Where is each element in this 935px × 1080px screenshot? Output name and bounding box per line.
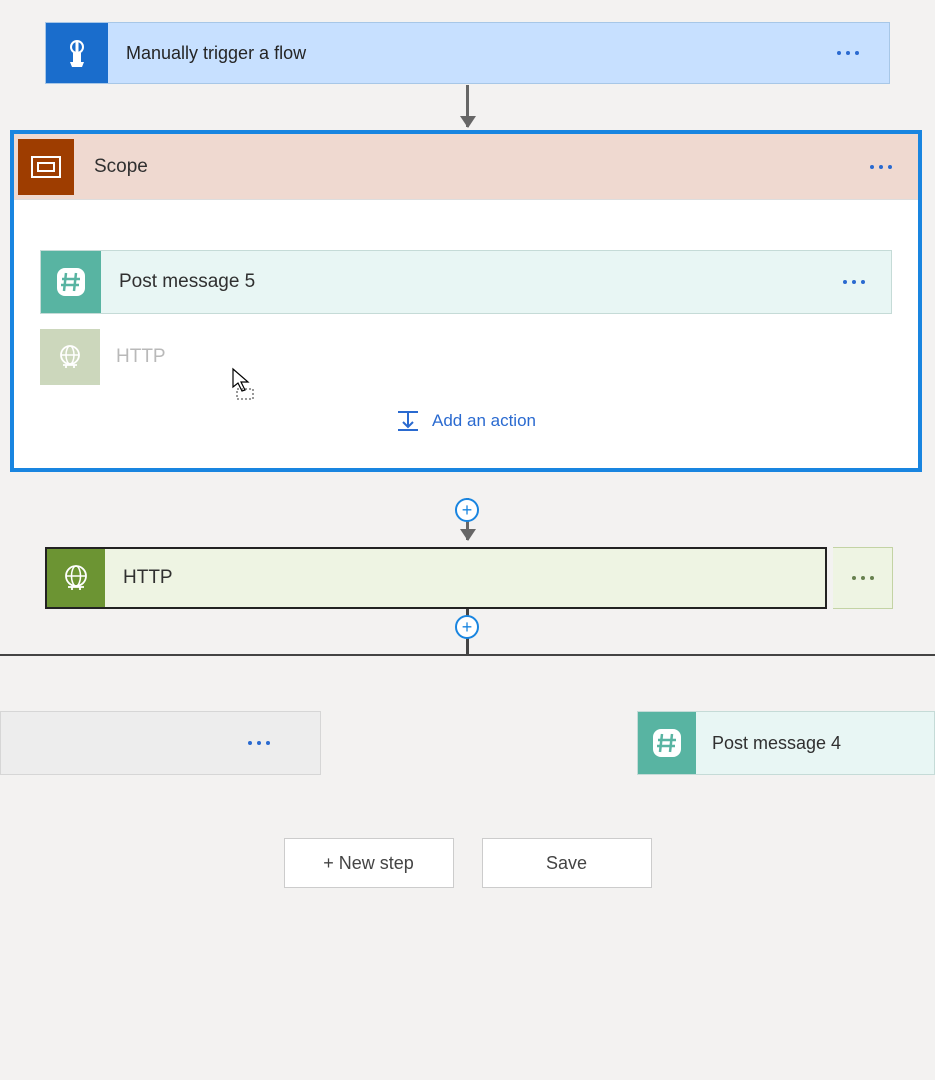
globe-icon: [40, 329, 100, 385]
scope-icon: [18, 139, 74, 195]
scope-header[interactable]: Scope: [14, 134, 918, 200]
scope-body: Post message 5 HTTP: [14, 200, 918, 468]
scope-label: Scope: [74, 156, 870, 178]
branch-right-label: Post message 4: [696, 733, 841, 754]
drag-ghost-http: HTTP: [40, 328, 820, 386]
scope-container[interactable]: Scope Post message 5: [10, 130, 922, 472]
ghost-label: HTTP: [100, 346, 166, 368]
insert-icon: [396, 410, 420, 432]
hash-icon: [41, 251, 101, 313]
add-action-label: Add an action: [432, 411, 536, 431]
http-main[interactable]: HTTP: [45, 547, 827, 609]
globe-icon: [47, 549, 105, 607]
branch-left-card[interactable]: [0, 711, 321, 775]
add-step-plus-button[interactable]: +: [455, 498, 479, 522]
http-menu-button[interactable]: [833, 547, 893, 609]
add-action-button[interactable]: Add an action: [40, 396, 892, 432]
connector-arrow: [466, 85, 469, 127]
ellipsis-icon: [870, 165, 892, 169]
action-card-post-message-5[interactable]: Post message 5: [40, 250, 892, 314]
branch-line: [0, 654, 935, 656]
add-step-plus-button[interactable]: +: [455, 615, 479, 639]
ellipsis-icon: [852, 576, 874, 580]
ellipsis-icon: [843, 280, 865, 284]
bottom-buttons: + New step Save: [0, 838, 935, 888]
branch-right-card-post-message-4[interactable]: Post message 4: [637, 711, 935, 775]
action-label: Post message 5: [101, 271, 843, 293]
http-label: HTTP: [105, 567, 825, 589]
http-action-card-selected[interactable]: HTTP: [45, 547, 893, 609]
hash-icon: [638, 712, 696, 774]
trigger-card[interactable]: Manually trigger a flow: [45, 22, 890, 84]
trigger-label: Manually trigger a flow: [108, 43, 837, 64]
ellipsis-icon: [248, 741, 270, 745]
scope-menu-button[interactable]: [870, 165, 918, 169]
ellipsis-icon: [837, 51, 859, 55]
new-step-button[interactable]: + New step: [284, 838, 454, 888]
manual-trigger-icon: [46, 23, 108, 83]
drag-cursor-icon: [231, 367, 257, 406]
action-menu-button[interactable]: [843, 280, 891, 284]
save-button[interactable]: Save: [482, 838, 652, 888]
trigger-menu-button[interactable]: [837, 51, 889, 55]
